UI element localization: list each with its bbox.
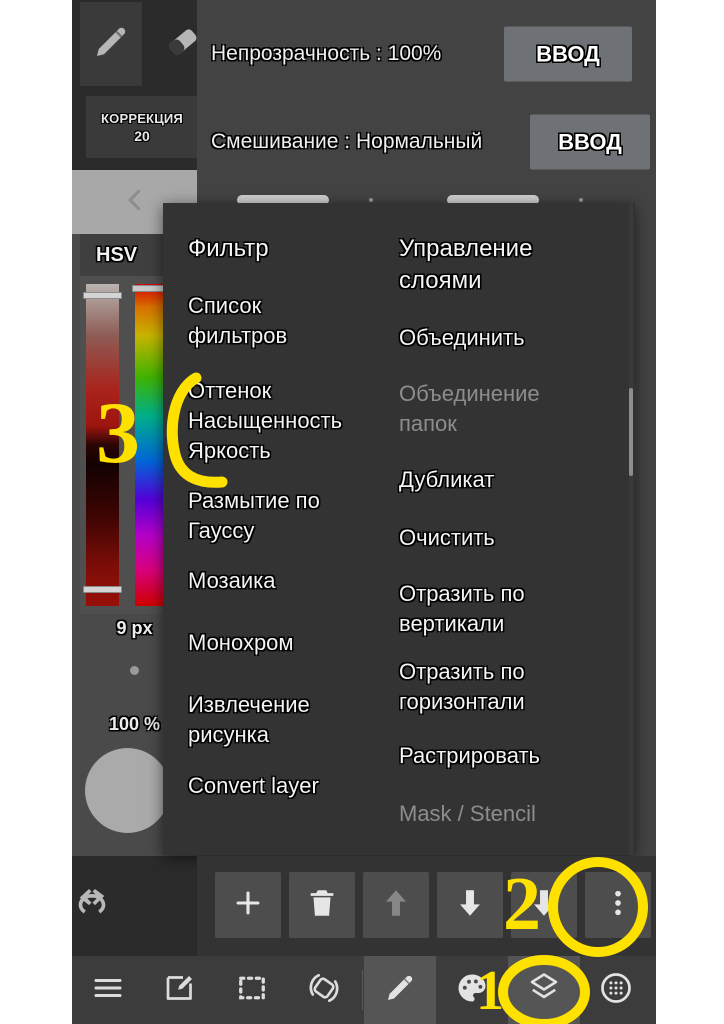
selection-button[interactable] [216, 956, 288, 1024]
marquee-icon [234, 970, 270, 1011]
menu-item-merge[interactable]: Объединить [399, 323, 609, 353]
brush-button[interactable] [364, 956, 436, 1024]
layer-management-column: Управление слоями Объединить Объединение… [399, 203, 609, 855]
pencil-tool[interactable] [80, 2, 142, 86]
menu-item-drawing-extraction[interactable]: Извлечение рисунка [188, 690, 398, 750]
sv-slider-knob-top[interactable] [83, 292, 122, 299]
saturation-value-slider[interactable] [83, 284, 122, 606]
merge-down-button[interactable] [511, 872, 577, 938]
opacity-enter-label: ВВОД [536, 41, 600, 66]
hamburger-icon [90, 970, 126, 1011]
rotate-icon [306, 970, 342, 1011]
palette-button[interactable] [436, 956, 508, 1024]
blending-row: Смешивание : Нормальный ВВОД [197, 98, 656, 186]
layers-button[interactable] [508, 956, 580, 1024]
kebab-menu-icon [601, 886, 635, 925]
menu-button[interactable] [72, 956, 144, 1024]
screenshot-root: КОРРЕКЦИЯ 20 HSV 9 px 100 % Непрозрачнос… [0, 0, 724, 1024]
hsv-mode-label: HSV [96, 243, 138, 266]
delete-layer-button[interactable] [289, 872, 355, 938]
opacity-enter-button[interactable]: ВВОД [504, 26, 632, 82]
trash-icon [305, 886, 339, 925]
menu-item-convert-layer[interactable]: Convert layer [188, 771, 398, 801]
dotted-circle-icon [598, 970, 634, 1011]
pencil-icon [382, 970, 418, 1011]
palette-icon [454, 970, 490, 1011]
correction-button[interactable]: КОРРЕКЦИЯ 20 [86, 96, 198, 158]
blending-label: Смешивание : Нормальный [211, 130, 483, 153]
history-bar [72, 856, 197, 956]
filter-column: Фильтр Список фильтров Оттенок Насыщенно… [188, 203, 398, 855]
ibis-paint-app: КОРРЕКЦИЯ 20 HSV 9 px 100 % Непрозрачнос… [72, 0, 656, 1024]
layers-icon [526, 970, 562, 1011]
arrow-up-icon [379, 886, 413, 925]
menu-header-layer-management: Управление слоями [399, 235, 533, 294]
menu-item-clear[interactable]: Очистить [399, 523, 609, 553]
menu-item-gaussian-blur[interactable]: Размытие по Гауссу [188, 486, 398, 546]
blending-enter-button[interactable]: ВВОД [530, 114, 650, 170]
canvas-edit-button[interactable] [144, 956, 216, 1024]
menu-item-merge-folders: Объединение папок [399, 381, 540, 436]
nav-divider [362, 970, 363, 1010]
menu-item-rasterize[interactable]: Растрировать [399, 741, 609, 771]
menu-item-flip-vertical[interactable]: Отразить по вертикали [399, 579, 609, 639]
layer-action-bar [197, 856, 656, 956]
opacity-slider-tick [369, 198, 373, 202]
blending-enter-label: ВВОД [558, 129, 622, 154]
bottom-nav-bar [72, 956, 656, 1024]
popup-scrollbar-thumb[interactable] [629, 388, 633, 476]
menu-item-mosaic[interactable]: Мозаика [188, 566, 398, 596]
opacity-row: Непрозрачность : 100% ВВОД [197, 10, 656, 98]
correction-panel: КОРРЕКЦИЯ 20 [72, 88, 198, 170]
menu-item-monochrome[interactable]: Монохром [188, 628, 398, 658]
arrow-down-icon [453, 886, 487, 925]
menu-item-duplicate[interactable]: Дубликат [399, 465, 609, 495]
brush-preview-dot [130, 666, 139, 675]
correction-label: КОРРЕКЦИЯ [101, 110, 183, 126]
popup-scrollbar-track[interactable] [629, 203, 633, 855]
menu-item-flip-horizontal[interactable]: Отразить по горизонтали [399, 657, 609, 717]
arrow-down-icon [527, 886, 561, 925]
transform-button[interactable] [288, 956, 360, 1024]
layer-more-menu-button[interactable] [585, 872, 651, 938]
plus-icon [231, 886, 265, 925]
menu-item-hue-saturation-brightness[interactable]: Оттенок Насыщенность Яркость [188, 376, 398, 466]
pencil-icon [90, 21, 132, 68]
opacity-label: Непрозрачность : 100% [211, 42, 442, 65]
filter-layer-popup-menu: Фильтр Список фильтров Оттенок Насыщенно… [163, 203, 635, 855]
add-layer-button[interactable] [215, 872, 281, 938]
sv-slider-knob-bottom[interactable] [83, 586, 122, 593]
menu-item-filter-list[interactable]: Список фильтров [188, 291, 398, 351]
chevron-left-icon [120, 185, 150, 220]
menu-item-mask-stencil: Mask / Stencil [399, 801, 536, 826]
blending-slider-tick [579, 198, 583, 202]
compose-icon [162, 970, 198, 1011]
menu-header-filter: Фильтр [188, 235, 269, 262]
current-color-swatch[interactable] [85, 748, 170, 833]
material-button[interactable] [580, 956, 652, 1024]
correction-value: 20 [134, 127, 150, 144]
move-layer-up-button [363, 872, 429, 938]
move-layer-down-button[interactable] [437, 872, 503, 938]
